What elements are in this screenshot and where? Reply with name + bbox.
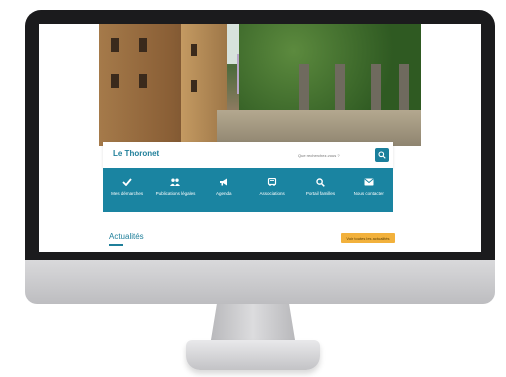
hero-photo	[99, 24, 421, 146]
nav-item-label: Publications légales	[155, 191, 196, 196]
nav-item-nous-contacter[interactable]: Nous contacter	[345, 168, 393, 212]
monitor: Le Thoronet Mes démarches	[25, 10, 495, 306]
nav-item-label: Agenda	[216, 191, 232, 196]
search-icon	[378, 151, 386, 159]
nav-item-associations[interactable]: Associations	[248, 168, 296, 212]
users-icon	[170, 178, 181, 186]
check-icon	[122, 178, 132, 186]
nav-item-label: Associations	[259, 191, 285, 196]
nav-item-publications-legales[interactable]: Publications légales	[151, 168, 199, 212]
book-icon	[268, 177, 277, 186]
site-header: Le Thoronet	[103, 142, 393, 168]
nav-item-label: Nous contacter	[353, 191, 384, 196]
news-title-underline	[109, 244, 123, 246]
search-icon	[316, 177, 325, 187]
news-section-title: Actualités	[109, 232, 144, 241]
nav-item-agenda[interactable]: Agenda	[200, 168, 248, 212]
monitor-stand-base	[186, 340, 320, 370]
nav-item-mes-demarches[interactable]: Mes démarches	[103, 168, 151, 212]
monitor-bezel: Le Thoronet Mes démarches	[25, 10, 495, 260]
all-news-button[interactable]: Voir toutes les actualités	[341, 233, 395, 243]
main-navigation: Mes démarches Publications légales Agend…	[103, 168, 393, 212]
nav-item-label: Portail familles	[305, 191, 336, 196]
envelope-icon	[364, 178, 374, 186]
website-screen: Le Thoronet Mes démarches	[39, 24, 481, 252]
nav-item-label: Mes démarches	[111, 191, 144, 196]
site-title[interactable]: Le Thoronet	[113, 149, 159, 158]
nav-item-portail-familles[interactable]: Portail familles	[296, 168, 344, 212]
monitor-chin	[25, 260, 495, 304]
megaphone-icon	[219, 178, 227, 186]
search-input[interactable]	[298, 150, 368, 160]
search-button[interactable]	[375, 148, 389, 162]
